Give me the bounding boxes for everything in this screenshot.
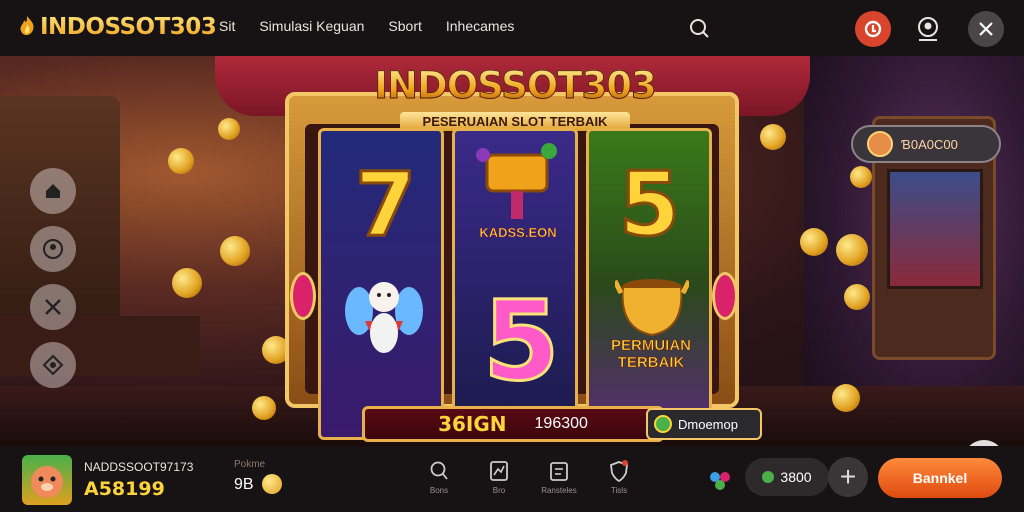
coin-decoration: [836, 234, 868, 266]
bottom-nav-label: Tisls: [610, 486, 628, 495]
machine-title: INDOSSOT303: [360, 64, 670, 108]
gift-button[interactable]: [855, 11, 891, 47]
gold-pot-icon: [615, 279, 689, 337]
symbol-pot-label: PERMUIAN TERBAIK: [610, 337, 692, 372]
close-icon: [979, 22, 993, 36]
home-icon: [46, 184, 60, 198]
bottom-nav-search[interactable]: Bons: [420, 460, 458, 495]
balance-pill[interactable]: Ɓ0A0C00: [851, 125, 1001, 163]
coin-decoration: [168, 148, 194, 174]
add-coins-button[interactable]: +: [828, 457, 868, 497]
symbol-five: 5: [617, 152, 681, 258]
coin-decoration: [832, 384, 860, 412]
brand-logo[interactable]: INDOSSOT303: [18, 14, 217, 40]
bottom-nav-shield[interactable]: Tisls: [600, 460, 638, 495]
user-icon: [43, 239, 63, 259]
angel-symbol-icon: [345, 282, 423, 353]
search-icon: [430, 461, 448, 480]
coin-icon: [262, 474, 282, 494]
shield-icon: [610, 460, 628, 482]
bottom-nav-label: Ransteles: [541, 486, 577, 495]
level-label: Pokme: [234, 459, 266, 470]
top-bar: INDOSSOT303 Sit Simulasi Keguan Sbort In…: [0, 0, 1024, 56]
search-icon[interactable]: [688, 17, 710, 39]
balance-value: Ɓ0A0C00: [901, 136, 958, 152]
coin-balance[interactable]: 3800: [745, 458, 829, 496]
bonus-gem-icon: [654, 415, 672, 433]
symbol-label: KADSS.EON: [479, 225, 557, 241]
slot-machine: INDOSSOT303 PESERUAIAN SLOT TERBAIK 7 KA…: [200, 56, 826, 446]
profile-button[interactable]: [910, 11, 946, 47]
side-settings-button[interactable]: [30, 342, 76, 388]
bottom-bar: NADDSSOOT97173 A58199 Pokme 9B Bons Bro …: [0, 446, 1024, 512]
plus-icon: +: [839, 461, 857, 492]
symbol-five-pink: 5: [482, 276, 562, 407]
win-label: 36IGN: [438, 412, 507, 436]
balance-amount: A58199: [84, 478, 165, 500]
left-gem: [290, 272, 316, 320]
bottom-nav-label: Bro: [492, 486, 506, 495]
coin-balance-value: 3800: [780, 469, 812, 485]
bonus-label: Dmoemop: [678, 416, 738, 432]
gift-icon: [864, 20, 882, 38]
side-home-button[interactable]: [30, 168, 76, 214]
hammer-symbol-icon: [476, 143, 557, 219]
right-gem: [712, 272, 738, 320]
username: NADDSSOOT97173: [84, 460, 194, 474]
coin-decoration: [844, 284, 870, 310]
close-button[interactable]: [968, 11, 1004, 47]
win-value: 196300: [534, 415, 588, 432]
side-tools-button[interactable]: [30, 284, 76, 330]
settings-icon: [42, 354, 64, 376]
avatar: [867, 131, 893, 157]
bonus-chip[interactable]: Dmoemop: [646, 408, 762, 440]
tools-icon: [45, 299, 61, 315]
avatar[interactable]: [22, 455, 72, 505]
profile-icon: [918, 17, 938, 41]
nav-item-sbort[interactable]: Sbort: [388, 18, 421, 34]
arcade-screen: [887, 169, 983, 289]
pig-avatar-icon: [31, 466, 63, 498]
win-bar: 36IGN 196300: [362, 406, 664, 442]
bottom-nav: Bons Bro Ransteles Tisls: [420, 460, 638, 495]
cta-button[interactable]: Bannkel: [878, 458, 1002, 498]
side-user-button[interactable]: [30, 226, 76, 272]
reel-1: 7: [318, 128, 444, 440]
nav-item-inhecames[interactable]: Inhecames: [446, 18, 514, 34]
top-nav: Sit Simulasi Keguan Sbort Inhecames: [219, 18, 514, 34]
logo-text: INDOSSOT303: [40, 14, 217, 40]
flame-icon: [20, 16, 34, 36]
symbol-seven: 7: [353, 152, 417, 258]
history-icon: [550, 462, 568, 481]
reel-3: 5 PERMUIAN TERBAIK: [586, 128, 712, 440]
reel-2: KADSS.EON 5: [452, 128, 578, 440]
bottom-nav-history[interactable]: Ransteles: [540, 460, 578, 495]
gem-icon: [762, 471, 775, 483]
gem-cluster-icon[interactable]: [708, 470, 732, 492]
level-value: 9B: [234, 476, 254, 493]
stats-icon: [490, 461, 508, 481]
coin-decoration: [172, 268, 202, 298]
bottom-nav-stats[interactable]: Bro: [480, 460, 518, 495]
nav-item-simulasi[interactable]: Simulasi Keguan: [259, 18, 364, 34]
bottom-nav-label: Bons: [429, 486, 449, 495]
nav-item-sit[interactable]: Sit: [219, 18, 235, 34]
side-toolbar: [30, 168, 76, 388]
coin-decoration: [850, 166, 872, 188]
